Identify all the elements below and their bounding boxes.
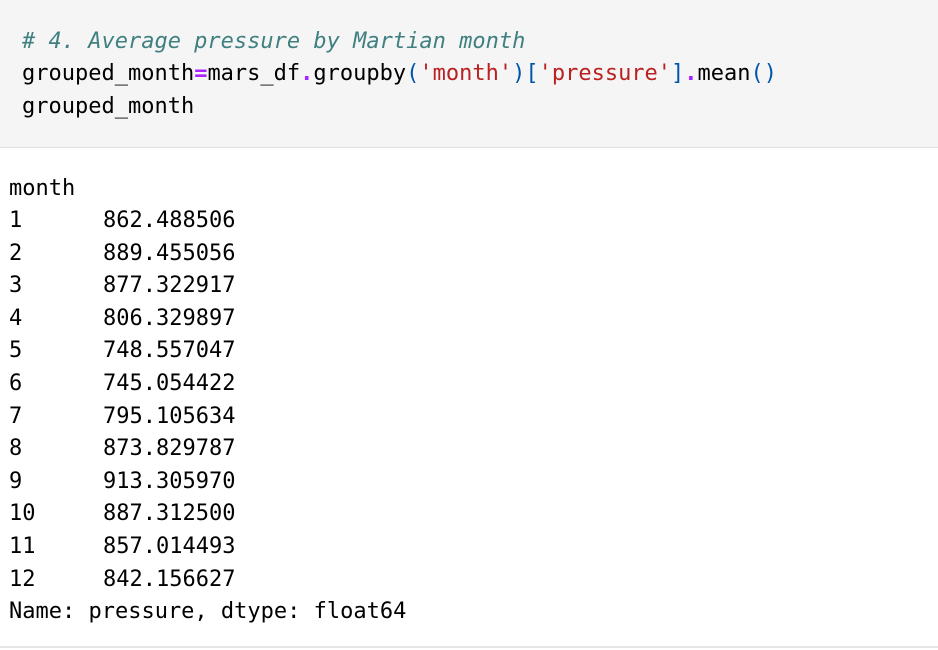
output-index-header: month (9, 176, 76, 201)
output-row: 5 748.557047 (9, 335, 235, 367)
output-row-month: 3 (9, 273, 23, 299)
output-row-month: 1 (9, 208, 23, 233)
code-method-mean: mean (697, 61, 751, 86)
code-bracket-open: [ (525, 61, 539, 86)
code-string-month: 'month' (419, 61, 513, 86)
code-paren-open: ( (406, 61, 420, 86)
output-row-value: 842.156627 (103, 566, 236, 592)
code-dataframe: mars_df (207, 61, 301, 86)
output-row-month: 6 (9, 371, 23, 396)
code-call-parens: () (750, 61, 778, 86)
code-dot: . (684, 61, 698, 86)
output-row: 3 877.322917 (9, 270, 235, 302)
output-row-value: 745.054422 (103, 371, 236, 396)
output-row-value: 862.488506 (103, 208, 236, 233)
output-row-month: 4 (9, 305, 23, 331)
output-row-value: 873.829787 (103, 436, 236, 462)
output-row-month: 9 (9, 468, 23, 494)
cell-divider (0, 646, 938, 648)
output-row: 1 862.488506 (9, 205, 235, 237)
output-row: 7 795.105634 (9, 401, 235, 433)
output-row-month: 12 (9, 566, 36, 592)
output-row: 9 913.305970 (9, 466, 235, 498)
output-row-month: 5 (9, 338, 23, 364)
output-row: 4 806.329897 (9, 303, 235, 335)
output-row: 12 842.156627 (9, 564, 235, 596)
output-row: 11 857.014493 (9, 531, 235, 563)
output-row-value: 889.455056 (103, 240, 236, 266)
output-row-month: 7 (9, 403, 23, 429)
output-row-value: 887.312500 (103, 501, 236, 527)
output-row-value: 913.305970 (103, 468, 236, 494)
code-variable: grouped_month (22, 61, 195, 86)
output-row-month: 8 (9, 436, 23, 462)
code-string-pressure: 'pressure' (538, 61, 672, 86)
code-line-display: grouped_month (22, 94, 195, 119)
code-bracket-close: ] (671, 61, 685, 86)
code-operator-assign: = (194, 61, 208, 86)
output-row-value: 748.557047 (103, 338, 236, 364)
output-row-value: 857.014493 (103, 534, 236, 559)
code-paren-close: ) (512, 61, 526, 86)
output-row: 6 745.054422 (9, 368, 235, 400)
output-row-value: 806.329897 (103, 305, 236, 331)
output-row: 10 887.312500 (9, 498, 235, 530)
code-input-cell[interactable]: # 4. Average pressure by Martian month g… (0, 0, 938, 148)
output-row-value: 795.105634 (103, 403, 236, 429)
output-cell: month 1 862.488506 2 889.455056 3 877.322917 4… (0, 148, 938, 648)
code-method-groupby: groupby (313, 61, 407, 86)
output-row: 2 889.455056 (9, 238, 235, 270)
output-row: 8 873.829787 (9, 433, 235, 465)
output-row-value: 877.322917 (103, 273, 236, 299)
output-row-month: 11 (9, 534, 36, 559)
code-line-groupby: grouped_month=mars_df.groupby('month')['… (22, 58, 777, 90)
code-dot: . (300, 61, 314, 86)
output-series-footer: Name: pressure, dtype: float64 (9, 599, 407, 624)
output-row-month: 2 (9, 240, 23, 266)
code-comment: # 4. Average pressure by Martian month (22, 29, 526, 54)
output-row-month: 10 (9, 501, 36, 527)
